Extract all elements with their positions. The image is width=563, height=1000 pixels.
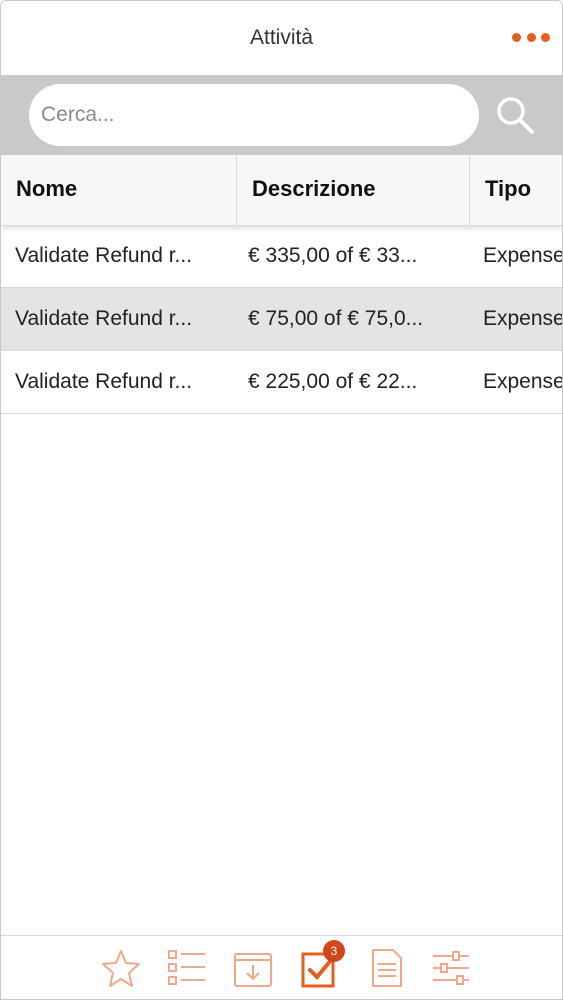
table-row[interactable]: Validate Refund r... € 335,00 of € 33...… — [1, 225, 562, 288]
cell-descrizione: € 335,00 of € 33... — [248, 244, 418, 267]
list-icon[interactable] — [165, 946, 209, 990]
cell-descrizione: € 225,00 of € 22... — [248, 370, 418, 393]
notification-badge: 3 — [323, 940, 345, 962]
app-window: Attività Nome Descrizione Tipo Validate … — [0, 0, 563, 1000]
table-header: Nome Descrizione Tipo — [1, 155, 562, 226]
more-horizontal-icon[interactable] — [512, 33, 550, 43]
column-header-descrizione[interactable]: Descrizione — [237, 155, 470, 225]
sliders-icon[interactable] — [429, 946, 473, 990]
table-row[interactable]: Validate Refund r... € 75,00 of € 75,0..… — [1, 288, 562, 351]
cell-nome: Validate Refund r... — [15, 370, 193, 393]
search-input[interactable] — [29, 84, 479, 146]
bottom-tab-bar: 3 — [1, 935, 562, 999]
cell-descrizione: € 75,00 of € 75,0... — [248, 307, 424, 330]
column-header-nome[interactable]: Nome — [1, 155, 237, 225]
checklist-icon[interactable]: 3 — [299, 940, 345, 990]
search-icon[interactable] — [493, 93, 537, 137]
cell-tipo: Expense — [483, 370, 562, 393]
column-header-tipo[interactable]: Tipo — [470, 155, 562, 225]
header: Attività — [1, 1, 562, 75]
cell-tipo: Expense — [483, 307, 562, 330]
search-bar — [1, 75, 562, 155]
table-row[interactable]: Validate Refund r... € 225,00 of € 22...… — [1, 351, 562, 414]
page-title: Attività — [249, 26, 314, 49]
document-icon[interactable] — [365, 946, 409, 990]
star-icon[interactable] — [99, 946, 143, 990]
cell-nome: Validate Refund r... — [15, 307, 193, 330]
cell-tipo: Expense — [483, 244, 562, 267]
cell-nome: Validate Refund r... — [15, 244, 193, 267]
table-body: Validate Refund r... € 335,00 of € 33...… — [1, 225, 562, 414]
inbox-download-icon[interactable] — [231, 946, 275, 990]
